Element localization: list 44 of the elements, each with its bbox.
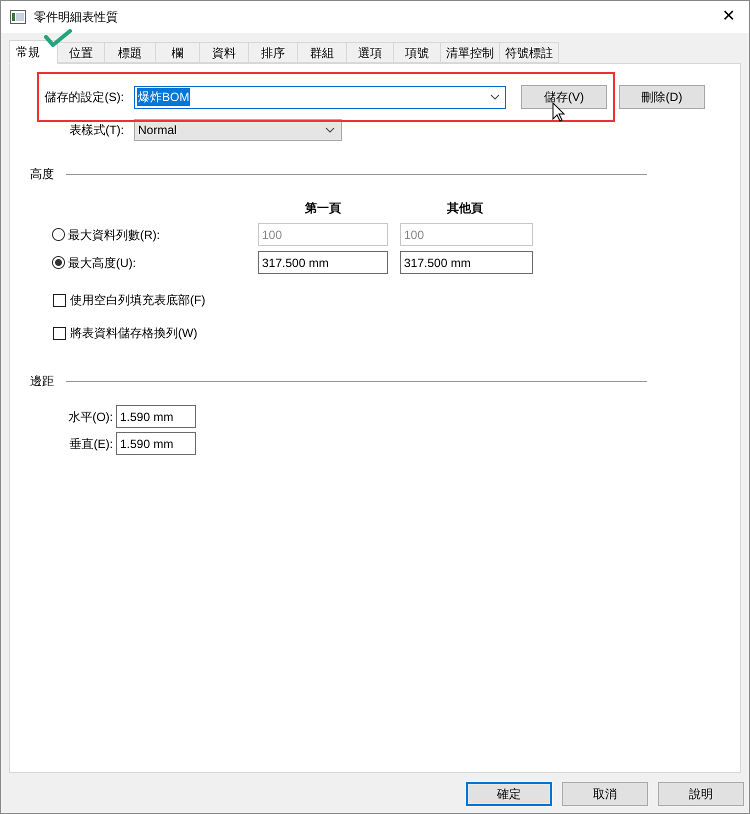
checkbox-label: 使用空白列填充表底部(F)	[70, 292, 206, 309]
dialog-button[interactable]: 確定	[466, 782, 552, 806]
window-title: 零件明細表性質	[34, 9, 118, 26]
radio-label: 最大高度(U):	[68, 254, 136, 272]
tab[interactable]: 標題	[105, 42, 156, 63]
tab[interactable]: 欄	[156, 42, 200, 63]
tab[interactable]: 群組	[298, 42, 347, 63]
tab[interactable]: 選項	[347, 42, 394, 63]
radio-button[interactable]	[52, 256, 65, 269]
save-button[interactable]: 儲存(V)	[521, 85, 607, 109]
tab[interactable]: 資料	[200, 42, 249, 63]
text-field[interactable]: 1.590 mm	[116, 405, 196, 428]
tab[interactable]: 排序	[249, 42, 298, 63]
chevron-down-icon	[490, 94, 500, 100]
field-label: 水平(O):	[67, 408, 114, 426]
checkbox[interactable]	[53, 294, 66, 306]
dialog-button[interactable]: 取消	[562, 782, 648, 806]
checkbox[interactable]	[53, 326, 66, 340]
text-field[interactable]: 317.500 mm	[400, 251, 533, 274]
column-header: 第一頁	[304, 200, 342, 217]
tab[interactable]: 常規	[9, 40, 58, 64]
checkbox-label: 將表資料儲存格換列(W)	[70, 325, 198, 342]
close-button[interactable]: ✕	[722, 9, 735, 25]
check-mark-icon	[43, 28, 73, 48]
mouse-cursor-icon	[552, 102, 565, 122]
window-icon	[10, 10, 26, 24]
dialog-button[interactable]: 說明	[658, 782, 744, 806]
section-title: 高度	[30, 166, 54, 183]
chevron-down-icon	[325, 127, 335, 133]
table-style-dropdown[interactable]: Normal	[134, 119, 342, 141]
tab[interactable]: 位置	[58, 42, 105, 63]
column-header: 其他頁	[446, 200, 484, 217]
field-label: 儲存的設定(S):	[44, 89, 124, 106]
radio-label: 最大資料列數(R):	[68, 226, 160, 244]
saved-settings-combobox[interactable]: 爆炸BOM	[134, 86, 506, 108]
tab[interactable]: 清單控制	[441, 42, 500, 63]
field-label: 垂直(E):	[68, 436, 114, 452]
tab[interactable]: 符號標註	[500, 42, 559, 63]
section-title: 邊距	[30, 373, 54, 390]
tab[interactable]: 項號	[394, 42, 441, 63]
text-field[interactable]: 1.590 mm	[116, 432, 196, 455]
field-label: 表樣式(T):	[68, 122, 124, 139]
delete-button[interactable]: 刪除(D)	[619, 85, 705, 109]
text-field[interactable]: 317.500 mm	[258, 251, 388, 274]
